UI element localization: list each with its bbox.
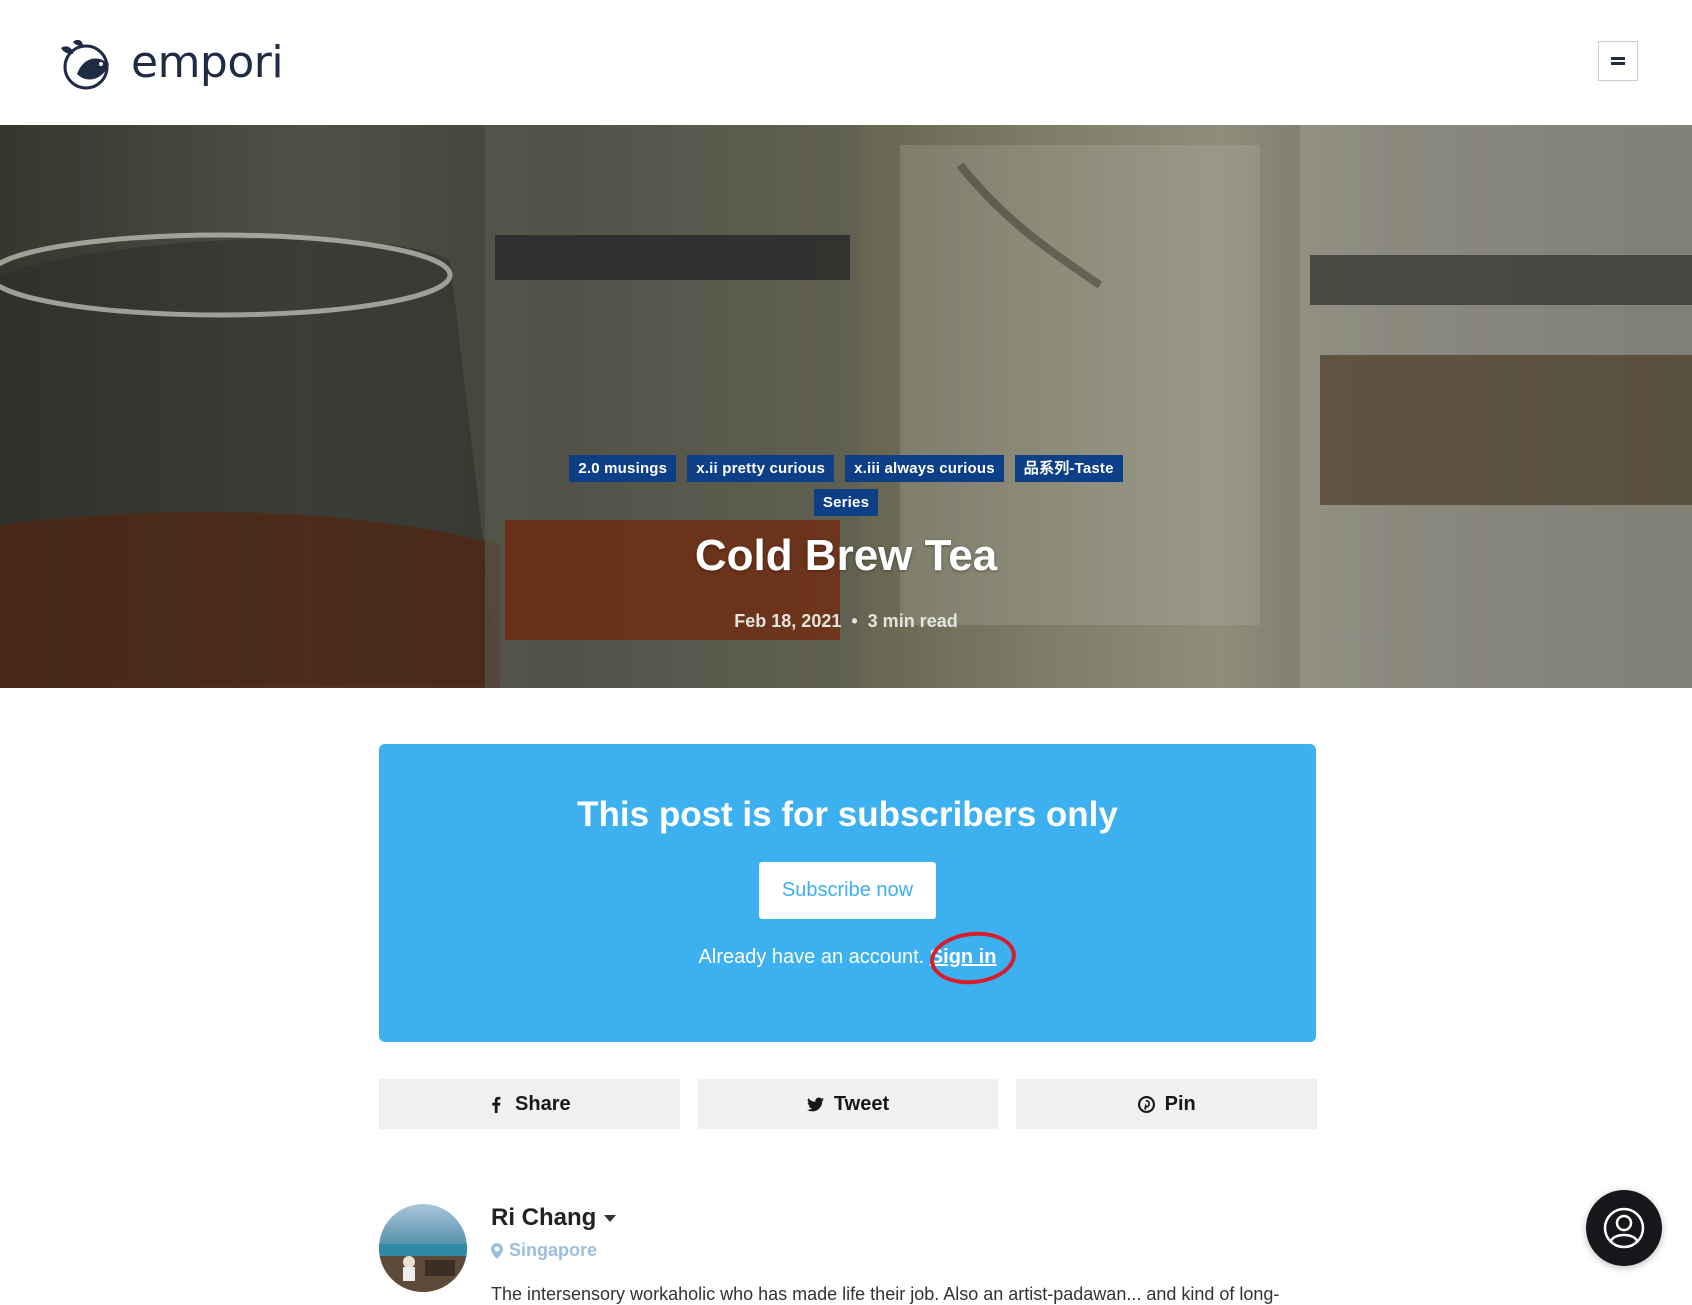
post-date: Feb 18, 2021 (734, 611, 842, 631)
author-avatar[interactable] (379, 1204, 467, 1292)
tag-taste-series[interactable]: 品系列-Taste (1014, 455, 1123, 482)
author-name[interactable]: Ri Chang (491, 1204, 617, 1232)
read-time: 3 min read (867, 611, 958, 631)
chat-widget-button[interactable] (1586, 1190, 1662, 1266)
author-location-text: Singapore (509, 1240, 598, 1260)
site-header: empori (0, 0, 1692, 125)
share-buttons: Share Tweet Pin (379, 1079, 1318, 1129)
signin-row: Already have an account. Sign in (698, 927, 1019, 989)
hamburger-icon (1611, 57, 1625, 65)
cta-title: This post is for subscribers only (577, 795, 1118, 834)
subscribe-button[interactable]: Subscribe now (759, 862, 936, 919)
hero-overlay (0, 125, 1692, 688)
author-location: Singapore (491, 1240, 597, 1261)
facebook-icon (492, 1096, 501, 1113)
post-meta: Feb 18, 2021 • 3 min read (0, 611, 1692, 632)
facebook-share-button[interactable]: Share (379, 1079, 680, 1129)
signin-link[interactable]: Sign in (930, 946, 997, 968)
menu-button[interactable] (1598, 41, 1638, 81)
tag-2-0-musings[interactable]: 2.0 musings (569, 455, 677, 482)
user-account-icon (1603, 1207, 1645, 1249)
twitter-share-button[interactable]: Tweet (697, 1079, 999, 1129)
subscriber-cta: This post is for subscribers only Subscr… (379, 744, 1316, 1042)
chevron-down-icon (604, 1214, 617, 1222)
pinterest-share-button[interactable]: Pin (1016, 1079, 1318, 1129)
author-bio: The intersensory workaholic who has made… (491, 1284, 1280, 1304)
tag-list: 2.0 musings x.ii pretty curious x.iii al… (0, 455, 1692, 516)
signin-prompt: Already have an account. (698, 946, 925, 968)
pinterest-icon (1137, 1095, 1155, 1113)
post-title: Cold Brew Tea (694, 531, 998, 580)
pinterest-share-label: Pin (1164, 1092, 1196, 1115)
site-logo[interactable]: empori (53, 34, 284, 92)
tag-taste-series-continued[interactable]: Series (813, 489, 879, 516)
tag-always-curious[interactable]: x.iii always curious (845, 455, 1004, 482)
logo-text: empori (131, 37, 284, 88)
author-name-text: Ri Chang (491, 1204, 597, 1231)
twitter-share-label: Tweet (833, 1092, 890, 1115)
author-photo (379, 1244, 467, 1292)
logo-bird-icon (61, 39, 109, 90)
tag-pretty-curious[interactable]: x.ii pretty curious (687, 455, 835, 482)
facebook-share-label: Share (515, 1092, 571, 1115)
hero-banner: 2.0 musings x.ii pretty curious x.iii al… (0, 125, 1692, 688)
twitter-icon (806, 1097, 824, 1111)
meta-separator: • (851, 611, 858, 631)
location-pin-icon (491, 1242, 503, 1259)
